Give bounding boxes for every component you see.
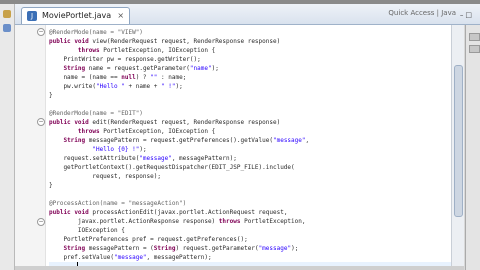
close-tab-icon[interactable]: × (117, 8, 124, 24)
code-line: } (49, 92, 53, 99)
fold-toggle-icon[interactable]: − (37, 118, 45, 126)
code-line: request, response); (49, 173, 161, 180)
package-explorer-icon[interactable] (3, 10, 11, 18)
fold-toggle-icon[interactable]: − (37, 28, 45, 36)
minimized-view-icon[interactable] (469, 45, 480, 53)
editor-tab-bar: J MoviePortlet.java × Quick Access | Jav… (15, 4, 480, 25)
line-ruler: − − − (15, 25, 46, 270)
code-area[interactable]: @RenderMode(name = "VIEW") public void vi… (49, 25, 464, 270)
left-toolbar (0, 4, 15, 270)
java-file-icon: J (27, 11, 37, 21)
code-editor[interactable]: − − − @RenderMode(name = "VIEW") public v… (15, 25, 464, 270)
bottom-strip (15, 266, 464, 270)
fold-toggle-icon[interactable]: − (37, 218, 45, 226)
editor-tab-label: MoviePortlet.java (42, 11, 112, 20)
perspective-switcher[interactable]: Quick Access | Java (388, 9, 456, 17)
vertical-scrollbar[interactable] (451, 25, 464, 270)
code-line: } (49, 182, 53, 189)
eclipse-window: J MoviePortlet.java × Quick Access | Jav… (0, 0, 480, 270)
minimize-maximize-icons[interactable]: –□ (460, 11, 474, 19)
outline-icon[interactable] (3, 24, 11, 32)
code-line: pw.write("Hello " + name + " !"); (49, 83, 183, 90)
right-side-pane (465, 25, 480, 270)
scrollbar-thumb[interactable] (454, 65, 463, 217)
minimized-view-icon[interactable] (469, 33, 480, 41)
editor-tab[interactable]: J MoviePortlet.java × (21, 7, 131, 24)
